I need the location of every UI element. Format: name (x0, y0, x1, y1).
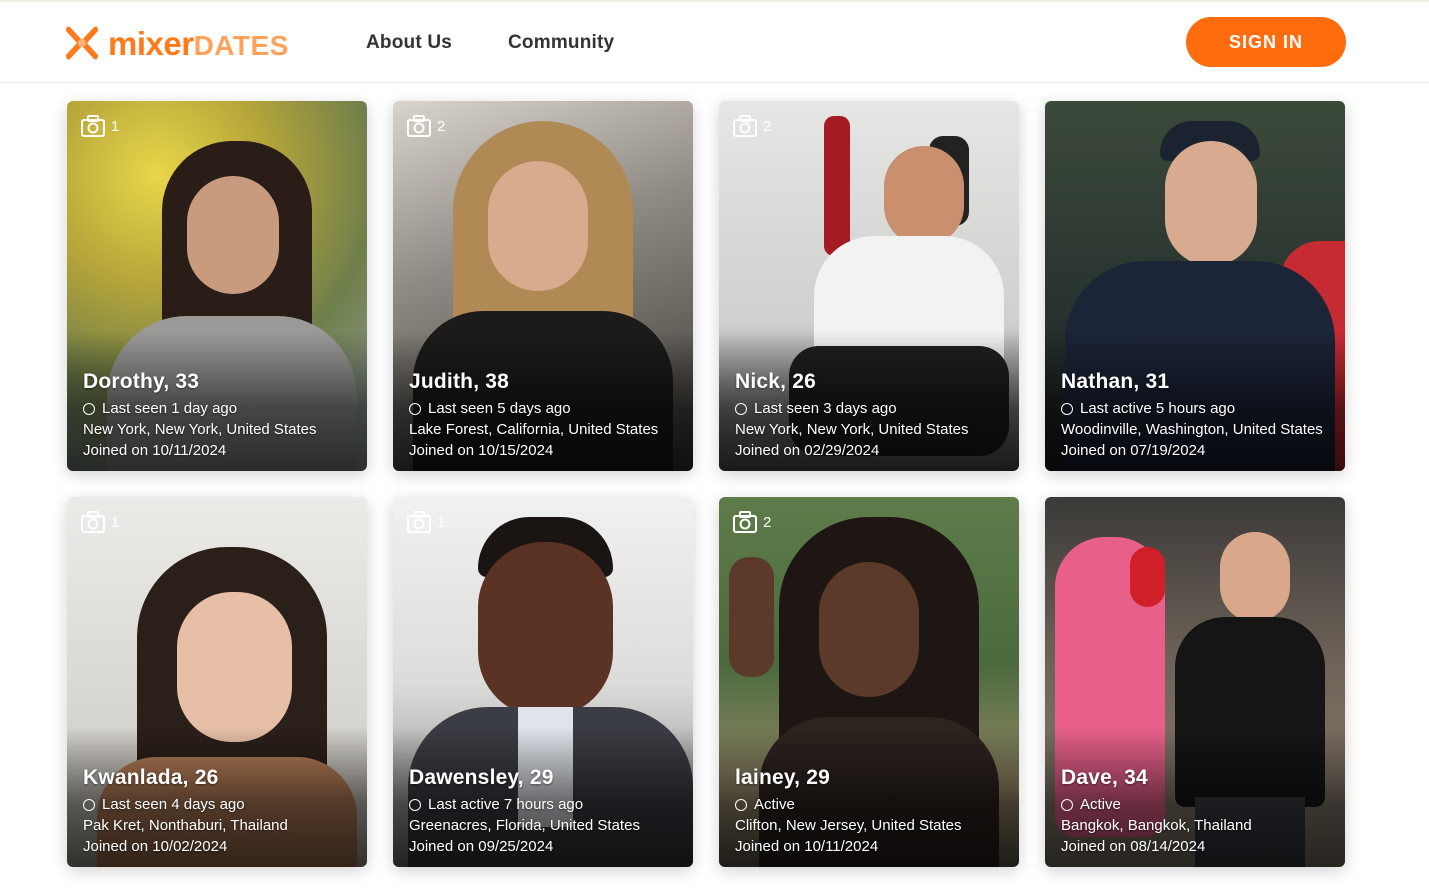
status-text: Last seen 4 days ago (102, 796, 245, 813)
profile-card[interactable]: Dave, 34 Active Bangkok, Bangkok, Thaila… (1045, 497, 1345, 867)
profile-card[interactable]: 2 Nick, 26 Last seen 3 days ago New York… (719, 101, 1019, 471)
profile-name: lainey, 29 (735, 766, 831, 789)
photo-count-value: 1 (111, 117, 120, 135)
profile-card[interactable]: 1 Dorothy, 33 Last seen 1 day ago New Yo… (67, 101, 367, 471)
status-circle-icon (409, 402, 421, 415)
profile-location: Greenacres, Florida, United States (409, 817, 640, 834)
photo-count: 1 (81, 511, 119, 533)
status-text: Active (754, 796, 795, 813)
photo-count: 1 (81, 115, 119, 137)
status-circle-icon (1061, 402, 1073, 415)
profile-info: lainey, 29 Active Clifton, New Jersey, U… (735, 766, 1011, 859)
camera-icon (733, 511, 757, 533)
profile-info: Kwanlada, 26 Last seen 4 days ago Pak Kr… (83, 766, 359, 859)
status-circle-icon (83, 798, 95, 811)
profile-joined: Joined on 10/02/2024 (83, 838, 228, 855)
status-circle-icon (83, 402, 95, 415)
status-circle-icon (735, 402, 747, 415)
photo-count: 2 (733, 511, 771, 533)
photo-count: 2 (733, 115, 771, 137)
profile-status: Active (1061, 796, 1337, 813)
status-circle-icon (735, 798, 747, 811)
camera-icon (81, 511, 105, 533)
profile-location: Lake Forest, California, United States (409, 421, 659, 438)
photo-count-value: 1 (111, 513, 120, 531)
profile-location: Clifton, New Jersey, United States (735, 817, 962, 834)
nav-community[interactable]: Community (508, 32, 614, 54)
photo-count: 1 (407, 511, 445, 533)
profile-status: Last seen 3 days ago (735, 400, 1011, 417)
photo-count: 2 (407, 115, 445, 137)
profile-card[interactable]: 1 Dawensley, 29 Last active 7 hours ago … (393, 497, 693, 867)
profile-joined: Joined on 09/25/2024 (409, 838, 554, 855)
camera-icon (407, 511, 431, 533)
logo-x-icon (66, 26, 98, 60)
sign-in-button[interactable]: SIGN IN (1186, 17, 1346, 67)
profile-name: Judith, 38 (409, 370, 510, 393)
profile-info: Judith, 38 Last seen 5 days ago Lake For… (409, 370, 685, 463)
profile-info: Nathan, 31 Last active 5 hours ago Woodi… (1061, 370, 1337, 463)
profile-joined: Joined on 02/29/2024 (735, 442, 880, 459)
profile-info: Dawensley, 29 Last active 7 hours ago Gr… (409, 766, 685, 859)
profile-status: Last seen 5 days ago (409, 400, 685, 417)
camera-icon (81, 115, 105, 137)
status-text: Active (1080, 796, 1121, 813)
profile-card[interactable]: 2 lainey, 29 Active Clifton, New Jersey,… (719, 497, 1019, 867)
camera-icon (407, 115, 431, 137)
profile-name: Nick, 26 (735, 370, 816, 393)
nav-about-us[interactable]: About Us (366, 32, 452, 54)
profile-info: Dorothy, 33 Last seen 1 day ago New York… (83, 370, 359, 463)
profile-name: Dorothy, 33 (83, 370, 200, 393)
photo-count-value: 2 (763, 117, 772, 135)
logo-text: mixerDATES (108, 27, 289, 60)
status-text: Last active 5 hours ago (1080, 400, 1236, 417)
photo-count-value: 2 (763, 513, 772, 531)
logo-mixer: mixer (108, 24, 194, 62)
profile-joined: Joined on 10/15/2024 (409, 442, 554, 459)
profile-card[interactable]: 2 Judith, 38 Last seen 5 days ago Lake F… (393, 101, 693, 471)
site-header: mixerDATES About Us Community SIGN IN (0, 2, 1429, 83)
profile-status: Active (735, 796, 1011, 813)
logo[interactable]: mixerDATES (64, 22, 289, 64)
profile-name: Kwanlada, 26 (83, 766, 219, 789)
profile-joined: Joined on 10/11/2024 (735, 838, 879, 855)
status-text: Last seen 5 days ago (428, 400, 571, 417)
profile-joined: Joined on 07/19/2024 (1061, 442, 1206, 459)
profile-name: Nathan, 31 (1061, 370, 1170, 393)
logo-dates: DATES (193, 29, 289, 61)
profile-name: Dave, 34 (1061, 766, 1148, 789)
profile-card[interactable]: Nathan, 31 Last active 5 hours ago Woodi… (1045, 101, 1345, 471)
profile-status: Last active 5 hours ago (1061, 400, 1337, 417)
profile-info: Dave, 34 Active Bangkok, Bangkok, Thaila… (1061, 766, 1337, 859)
status-circle-icon (409, 798, 421, 811)
profile-location: Pak Kret, Nonthaburi, Thailand (83, 817, 288, 834)
profile-status: Last seen 4 days ago (83, 796, 359, 813)
profile-location: New York, New York, United States (83, 421, 317, 438)
status-text: Last active 7 hours ago (428, 796, 584, 813)
camera-icon (733, 115, 757, 137)
photo-count-value: 1 (437, 513, 446, 531)
profile-joined: Joined on 10/11/2024 (83, 442, 227, 459)
profile-info: Nick, 26 Last seen 3 days ago New York, … (735, 370, 1011, 463)
photo-count-value: 2 (437, 117, 446, 135)
profile-status: Last active 7 hours ago (409, 796, 685, 813)
profile-status: Last seen 1 day ago (83, 400, 359, 417)
profile-card[interactable]: 1 Kwanlada, 26 Last seen 4 days ago Pak … (67, 497, 367, 867)
profile-joined: Joined on 08/14/2024 (1061, 838, 1206, 855)
profile-location: Bangkok, Bangkok, Thailand (1061, 817, 1252, 834)
profile-location: Woodinville, Washington, United States (1061, 421, 1323, 438)
profile-name: Dawensley, 29 (409, 766, 554, 789)
status-text: Last seen 3 days ago (754, 400, 897, 417)
status-text: Last seen 1 day ago (102, 400, 238, 417)
status-circle-icon (1061, 798, 1073, 811)
profile-location: New York, New York, United States (735, 421, 969, 438)
